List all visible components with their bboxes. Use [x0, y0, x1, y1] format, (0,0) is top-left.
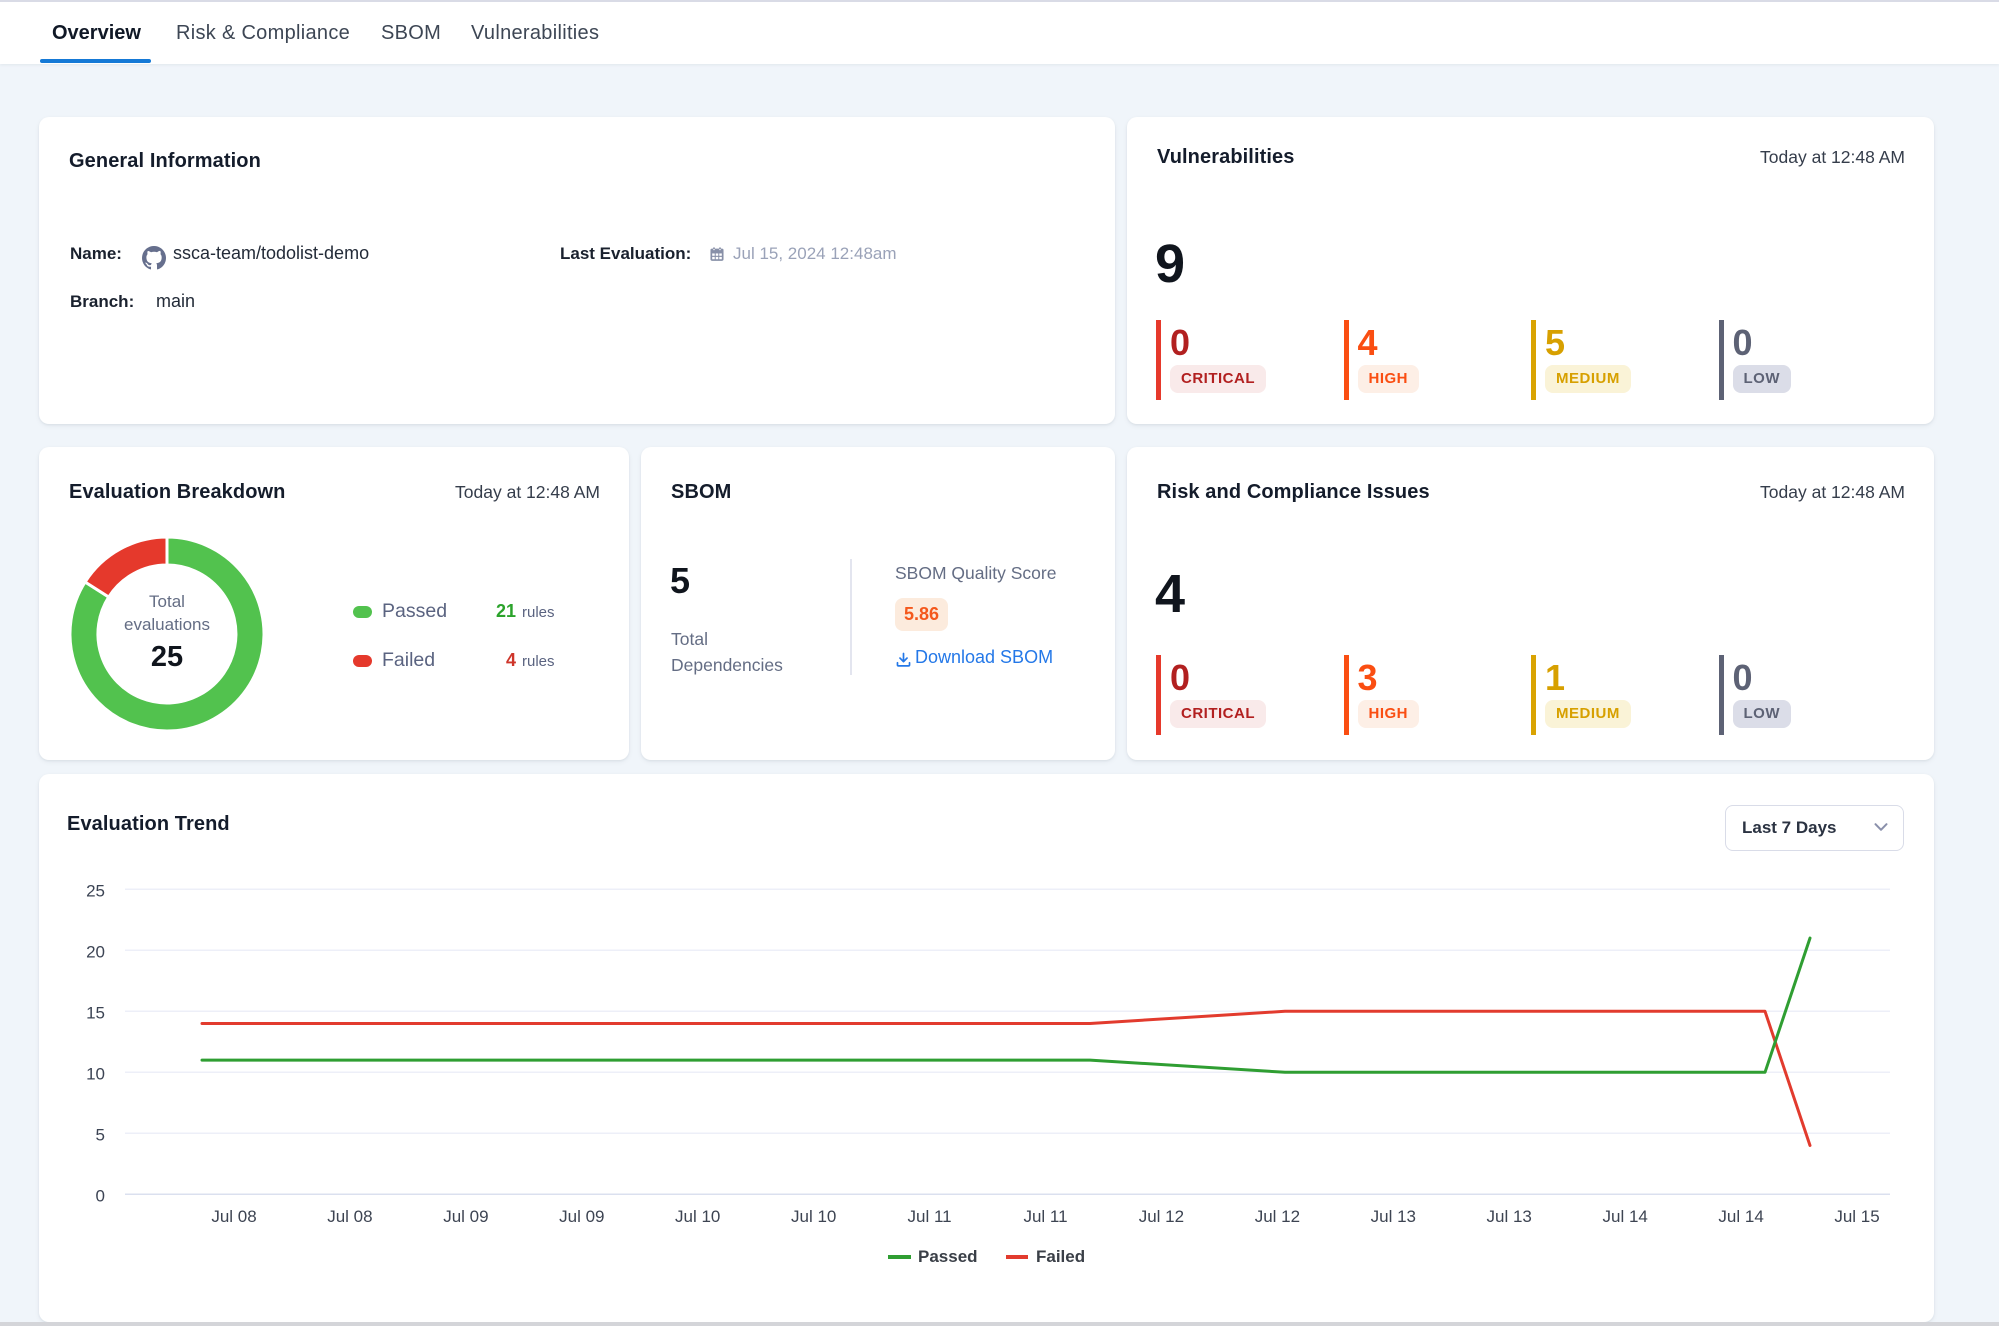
svg-text:Passed: Passed [918, 1247, 978, 1266]
svg-text:10: 10 [86, 1064, 105, 1083]
svg-text:Jul 08: Jul 08 [211, 1207, 256, 1226]
svg-text:Jul 15: Jul 15 [1834, 1207, 1879, 1226]
svg-text:Jul 14: Jul 14 [1718, 1207, 1763, 1226]
svg-text:Jul 10: Jul 10 [791, 1207, 836, 1226]
svg-text:Failed: Failed [1036, 1247, 1085, 1266]
svg-text:Jul 08: Jul 08 [327, 1207, 372, 1226]
svg-text:Jul 13: Jul 13 [1487, 1207, 1532, 1226]
svg-text:Jul 12: Jul 12 [1139, 1207, 1184, 1226]
svg-text:Jul 14: Jul 14 [1603, 1207, 1648, 1226]
svg-text:Jul 09: Jul 09 [559, 1207, 604, 1226]
svg-text:Jul 11: Jul 11 [1023, 1207, 1067, 1226]
svg-text:Jul 11: Jul 11 [908, 1207, 952, 1226]
svg-text:Jul 12: Jul 12 [1255, 1207, 1300, 1226]
svg-text:25: 25 [86, 881, 105, 900]
svg-text:Jul 09: Jul 09 [443, 1207, 488, 1226]
svg-text:15: 15 [86, 1003, 105, 1022]
svg-text:0: 0 [96, 1186, 105, 1205]
svg-text:20: 20 [86, 942, 105, 961]
svg-text:Jul 13: Jul 13 [1371, 1207, 1416, 1226]
svg-text:5: 5 [96, 1125, 105, 1144]
svg-text:Jul 10: Jul 10 [675, 1207, 720, 1226]
